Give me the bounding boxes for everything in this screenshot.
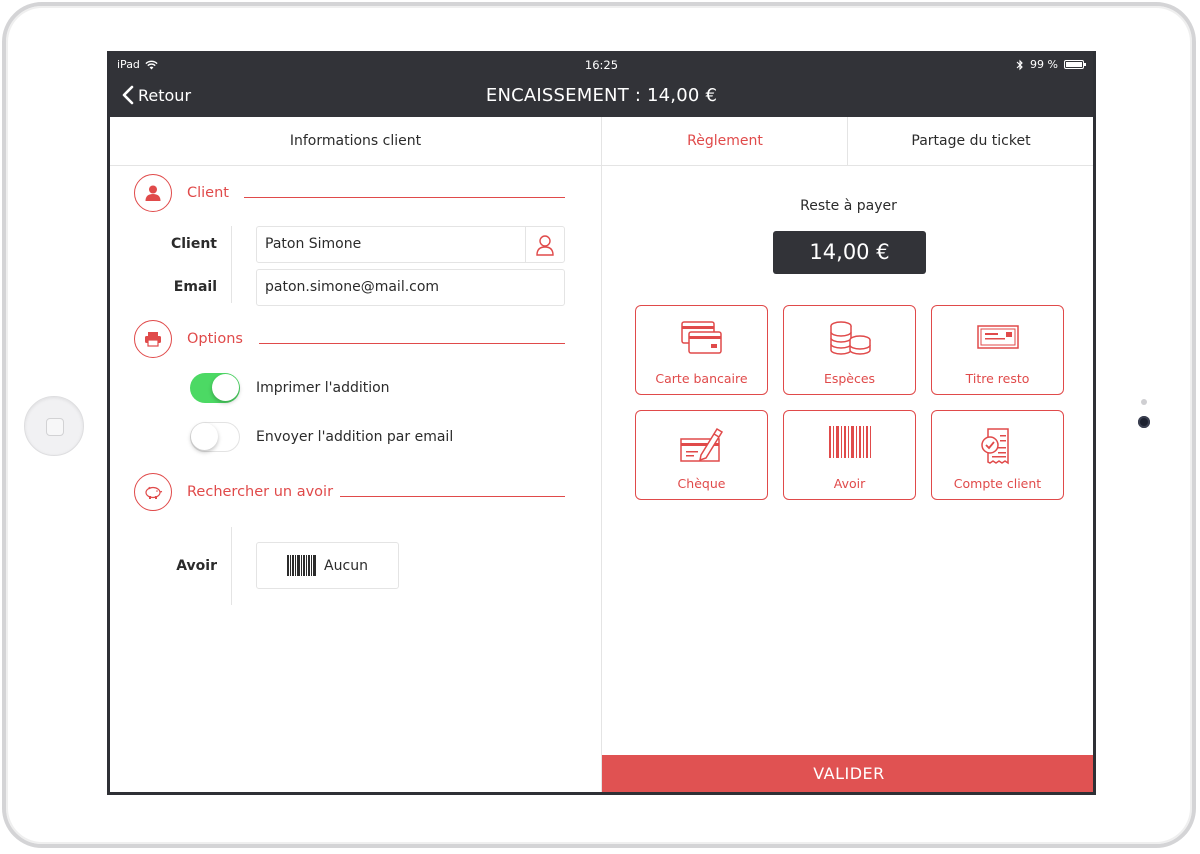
pay-avoir-label: Avoir xyxy=(833,476,866,491)
battery-percent: 99 % xyxy=(1030,58,1058,71)
print-receipt-toggle[interactable] xyxy=(190,373,240,403)
client-field-label: Client xyxy=(170,236,217,252)
email-receipt-label: Envoyer l'addition par email xyxy=(256,429,454,445)
pay-cheque-button[interactable]: Chèque xyxy=(635,410,768,500)
avoir-select-button[interactable]: Aucun xyxy=(256,542,399,589)
avoir-value: Aucun xyxy=(324,557,368,574)
light-sensor xyxy=(1141,399,1147,405)
printer-icon xyxy=(134,320,172,358)
avoir-section-header: Rechercher un avoir xyxy=(134,473,333,511)
pay-titre-resto-button[interactable]: Titre resto xyxy=(931,305,1064,395)
client-section-title: Client xyxy=(187,185,229,201)
options-section-title: Options xyxy=(187,331,243,347)
navigation-bar: iPad 16:25 99 % Retour ENCAISSEMENT : 14… xyxy=(110,51,1093,117)
home-button[interactable] xyxy=(24,396,84,456)
remaining-amount: 14,00 € xyxy=(773,231,926,274)
pay-titre-resto-label: Titre resto xyxy=(965,371,1030,386)
email-field[interactable]: paton.simone@mail.com xyxy=(256,269,565,306)
pay-compte-client-label: Compte client xyxy=(953,476,1042,491)
status-right: 99 % xyxy=(1016,58,1086,71)
barcode-icon xyxy=(828,426,871,458)
tab-reglement[interactable]: Règlement xyxy=(601,117,848,165)
status-time: 16:25 xyxy=(584,58,619,72)
barcode-icon xyxy=(287,555,317,576)
front-camera xyxy=(1138,416,1150,428)
pay-especes-label: Espèces xyxy=(823,371,876,386)
tab-bar: Informations client Règlement Partage du… xyxy=(110,117,1093,166)
email-receipt-toggle[interactable] xyxy=(190,422,240,452)
avoir-field-divider xyxy=(231,527,232,605)
avoir-section-divider xyxy=(340,496,565,497)
pay-cheque-label: Chèque xyxy=(677,476,726,491)
panel-divider xyxy=(601,165,602,792)
tab-informations-client[interactable]: Informations client xyxy=(110,117,601,165)
client-section-divider xyxy=(244,197,565,198)
options-section-divider xyxy=(259,343,565,344)
app-screen: iPad 16:25 99 % Retour ENCAISSEMENT : 14… xyxy=(107,51,1096,795)
coins-icon xyxy=(829,321,871,355)
tab-partage-ticket[interactable]: Partage du ticket xyxy=(847,117,1093,165)
pay-compte-client-button[interactable]: Compte client xyxy=(931,410,1064,500)
client-name-field[interactable]: Paton Simone xyxy=(256,226,565,263)
pay-carte-bancaire-label: Carte bancaire xyxy=(655,371,748,386)
credit-card-icon xyxy=(680,321,722,354)
avoir-field-label: Avoir xyxy=(176,558,217,574)
battery-icon xyxy=(1064,60,1086,69)
email-field-label: Email xyxy=(173,279,217,295)
pay-avoir-button[interactable]: Avoir xyxy=(783,410,916,500)
options-section-header: Options xyxy=(134,320,243,358)
validate-button[interactable]: VALIDER xyxy=(602,755,1093,792)
client-section-header: Client xyxy=(134,174,229,212)
avoir-section-title: Rechercher un avoir xyxy=(187,484,334,500)
pay-carte-bancaire-button[interactable]: Carte bancaire xyxy=(635,305,768,395)
client-account-icon xyxy=(980,428,1009,465)
client-field-divider xyxy=(231,226,232,303)
remaining-label: Reste à payer xyxy=(800,198,897,214)
page-title: ENCAISSEMENT : 14,00 € xyxy=(485,85,718,106)
cheque-icon xyxy=(679,427,723,462)
user-outline-icon xyxy=(536,234,554,256)
select-client-button[interactable] xyxy=(525,227,564,262)
bluetooth-icon xyxy=(1016,59,1023,70)
voucher-icon xyxy=(976,325,1019,349)
email-value: paton.simone@mail.com xyxy=(265,279,440,295)
client-name-value: Paton Simone xyxy=(265,236,362,252)
user-icon xyxy=(134,174,172,212)
pay-especes-button[interactable]: Espèces xyxy=(783,305,916,395)
print-receipt-label: Imprimer l'addition xyxy=(256,380,390,396)
piggy-bank-icon xyxy=(134,473,172,511)
